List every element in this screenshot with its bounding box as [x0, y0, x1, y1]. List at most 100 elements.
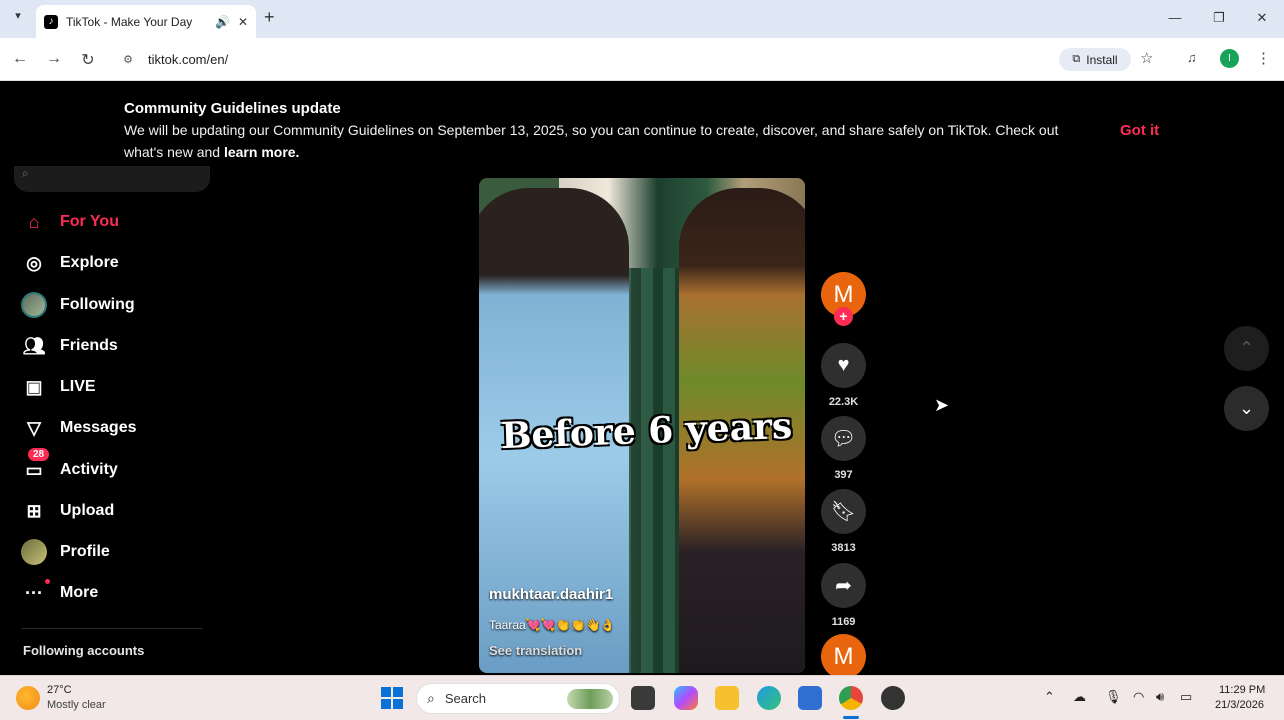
music-avatar[interactable]: M: [821, 634, 866, 679]
search-icon: ⌕: [22, 166, 29, 180]
sidebar-item-label: Upload: [60, 502, 115, 519]
store-icon[interactable]: [798, 686, 822, 710]
task-view-icon[interactable]: [631, 686, 655, 710]
tiktok-favicon-icon: ♪: [44, 14, 58, 29]
site-info-icon[interactable]: ⚙: [120, 53, 136, 66]
video-username[interactable]: mukhtaar.daahir1: [489, 586, 613, 603]
install-label: Install: [1086, 52, 1118, 67]
active-app-indicator: [843, 716, 859, 719]
save-count: 3813: [831, 542, 856, 554]
more-icon: ···: [20, 579, 50, 607]
forward-icon[interactable]: →: [44, 50, 64, 68]
share-icon[interactable]: ➦: [821, 563, 866, 608]
start-button[interactable]: [381, 687, 403, 709]
battery-icon[interactable]: ▭: [1180, 689, 1192, 705]
show-hidden-icons-icon[interactable]: ⌃: [1044, 689, 1055, 705]
cloud-off-icon[interactable]: ☁: [1073, 689, 1086, 705]
weather-description[interactable]: Mostly clear: [47, 699, 106, 711]
speaker-icon[interactable]: 🔊: [215, 15, 230, 29]
upload-icon: ⊞: [26, 500, 42, 521]
activity-icon: ▭ 28: [20, 448, 50, 484]
microphone-icon[interactable]: 🎙︎: [1105, 689, 1122, 705]
file-explorer-icon[interactable]: [715, 686, 739, 710]
reload-icon[interactable]: ↻: [78, 50, 98, 70]
sidebar-item-following[interactable]: Following: [20, 290, 135, 320]
sidebar-item-friends[interactable]: 👥︎ Friends: [20, 331, 118, 361]
heart-icon[interactable]: ♥: [821, 343, 866, 388]
previous-video-button[interactable]: ⌃: [1224, 326, 1269, 371]
video-player[interactable]: Before 6 years mukhtaar.daahir1 Taaraa💘💘…: [479, 178, 805, 673]
banner-heading: Community Guidelines update: [124, 100, 341, 117]
windows-taskbar: 27°C Mostly clear ⌕ Search ⌃ ☁ 🎙︎ ◠ 🔊︎ ▭…: [0, 675, 1284, 720]
banner-text-line2: what's new and learn more.: [124, 144, 299, 160]
mouse-cursor-icon: ➤: [934, 395, 950, 415]
sidebar-item-label: LIVE: [60, 378, 96, 395]
learn-more-link[interactable]: learn more.: [224, 144, 299, 160]
copilot-icon[interactable]: [674, 686, 698, 710]
browser-tab-strip: ▾ ♪ TikTok - Make Your Day 🔊 ✕ + — ❐ ✕: [0, 0, 1284, 38]
sidebar-item-label: Following: [60, 296, 135, 313]
following-accounts-heading: Following accounts: [23, 643, 145, 658]
comment-icon[interactable]: 💬︎: [821, 416, 866, 461]
compass-icon: ◎: [26, 252, 42, 273]
sidebar-item-activity[interactable]: ▭ 28 Activity: [20, 448, 118, 485]
close-tab-icon[interactable]: ✕: [238, 15, 248, 29]
see-translation-link[interactable]: See translation: [489, 643, 582, 658]
sidebar-item-profile[interactable]: Profile: [20, 537, 110, 567]
tab-title: TikTok - Make Your Day: [66, 14, 193, 29]
chrome-icon[interactable]: [839, 686, 863, 710]
new-tab-icon[interactable]: +: [264, 7, 275, 28]
clock-time[interactable]: 11:29 PM: [1219, 684, 1265, 696]
banner-text-prefix: what's new and: [124, 144, 224, 160]
sidebar-item-label: Explore: [60, 254, 119, 271]
weather-icon[interactable]: [16, 686, 40, 710]
sidebar-item-label: For You: [60, 213, 119, 230]
minimize-icon[interactable]: —: [1166, 10, 1184, 25]
browser-profile-avatar[interactable]: I: [1220, 49, 1239, 68]
browser-tab[interactable]: ♪ TikTok - Make Your Day 🔊 ✕: [36, 5, 256, 38]
sidebar-item-explore[interactable]: ◎ Explore: [20, 248, 119, 278]
clock-date[interactable]: 21/3/2026: [1215, 699, 1264, 711]
search-input[interactable]: ⌕: [14, 166, 210, 192]
back-icon[interactable]: ←: [10, 50, 30, 68]
comment-count: 397: [834, 469, 853, 481]
close-window-icon[interactable]: ✕: [1253, 10, 1271, 26]
next-video-button[interactable]: ⌄: [1224, 386, 1269, 431]
sidebar-item-label: Activity: [60, 461, 118, 478]
taskbar-search[interactable]: ⌕ Search: [416, 683, 620, 714]
profile-avatar-icon: [20, 538, 48, 566]
sidebar-item-live[interactable]: ▣ LIVE: [20, 372, 96, 402]
sidebar-item-for-you[interactable]: ⌂ For You: [20, 207, 119, 237]
edge-icon[interactable]: [757, 686, 781, 710]
bookmark-icon[interactable]: 🔖︎: [821, 489, 866, 534]
tab-search-icon[interactable]: ▾: [8, 9, 28, 29]
sidebar-item-label: Friends: [60, 337, 118, 354]
share-action: ➦ 1169: [821, 563, 866, 628]
like-action: ♥ 22.3K: [821, 343, 866, 408]
bookmark-star-icon[interactable]: ☆: [1140, 49, 1153, 67]
sidebar-item-label: More: [60, 584, 99, 601]
weather-temperature[interactable]: 27°C: [47, 684, 72, 696]
restore-icon[interactable]: ❐: [1210, 10, 1228, 26]
taskbar-search-label: Search: [444, 691, 487, 706]
follow-plus-icon[interactable]: +: [834, 307, 853, 326]
install-icon: ⧉: [1072, 53, 1081, 65]
volume-icon[interactable]: 🔊︎: [1156, 689, 1164, 705]
install-app-button[interactable]: ⧉ Install: [1059, 48, 1131, 71]
friends-icon: 👥︎: [22, 335, 46, 356]
sidebar-item-more[interactable]: ··· More: [20, 578, 98, 608]
save-action: 🔖︎ 3813: [821, 489, 866, 554]
url-bar[interactable]: ⚙ tiktok.com/en/: [112, 44, 1172, 74]
browser-menu-icon[interactable]: ⋮: [1256, 49, 1271, 67]
media-app-icon[interactable]: [881, 686, 905, 710]
sidebar-item-label: Profile: [60, 543, 110, 560]
got-it-button[interactable]: Got it: [1120, 122, 1159, 139]
activity-badge: 28: [28, 448, 50, 461]
media-control-icon[interactable]: ♫: [1187, 50, 1197, 65]
search-icon: ⌕: [427, 690, 435, 706]
sidebar-item-upload[interactable]: ⊞ Upload: [20, 496, 114, 526]
url-text[interactable]: tiktok.com/en/: [148, 52, 228, 67]
wifi-icon[interactable]: ◠: [1133, 689, 1144, 705]
sidebar-divider: [22, 628, 202, 629]
sidebar-item-messages[interactable]: ▽ Messages: [20, 413, 136, 443]
